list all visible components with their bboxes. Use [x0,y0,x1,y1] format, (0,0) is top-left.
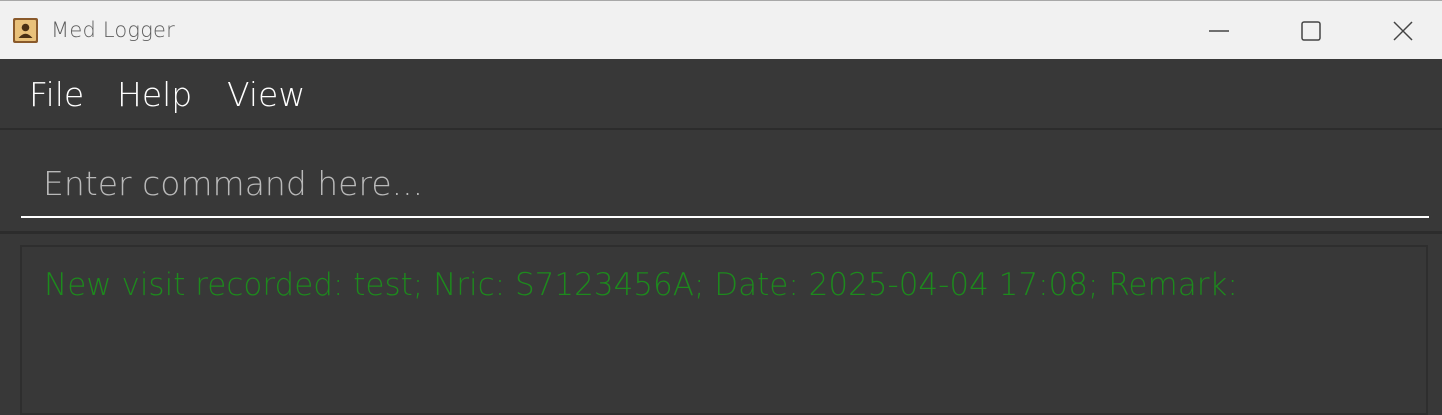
result-message: New visit recorded: test; Nric: S7123456… [44,267,1238,303]
address-book-icon [13,18,38,43]
minimize-icon [1209,29,1229,32]
app-window: Med Logger File Help View New visit reco… [0,0,1442,415]
window-title: Med Logger [51,18,175,42]
result-display[interactable]: New visit recorded: test; Nric: S7123456… [20,245,1428,415]
command-box [0,130,1442,234]
menu-bar: File Help View [0,59,1442,130]
menu-file[interactable]: File [29,75,84,114]
close-icon [1393,20,1413,41]
command-input[interactable] [21,150,1429,218]
maximize-icon [1301,20,1321,41]
result-display-area: New visit recorded: test; Nric: S7123456… [0,234,1442,415]
close-button[interactable] [1357,1,1442,60]
title-bar[interactable]: Med Logger [0,0,1442,59]
menu-view[interactable]: View [227,75,305,114]
menu-help[interactable]: Help [117,75,192,114]
maximize-button[interactable] [1265,1,1357,60]
minimize-button[interactable] [1173,1,1265,60]
